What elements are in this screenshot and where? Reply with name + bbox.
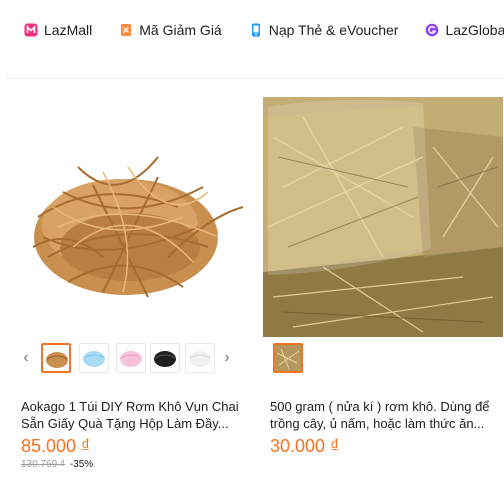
swatch-blue[interactable] <box>79 343 109 373</box>
voucher-icon <box>119 23 133 37</box>
nav-item-topup[interactable]: Nạp Thẻ & eVoucher <box>249 22 399 38</box>
swatch-hay[interactable] <box>273 343 303 373</box>
swatch-white[interactable] <box>185 343 215 373</box>
original-price-row: 130.769 ₫ -35% <box>21 459 93 470</box>
original-price: 130.769 ₫ <box>21 459 66 470</box>
nav-divider <box>6 78 504 79</box>
nav-item-lazmall[interactable]: LazMall <box>24 22 92 38</box>
nav-item-voucher[interactable]: Mã Giảm Giá <box>119 22 222 38</box>
lazmall-icon <box>24 23 38 37</box>
chevron-left-icon[interactable]: ‹ <box>20 349 32 367</box>
nav-label-topup: Nạp Thẻ & eVoucher <box>268 22 399 38</box>
phone-topup-icon <box>249 23 263 37</box>
discount-badge: -35% <box>69 459 94 470</box>
nav-item-lazglobal[interactable]: LazGlobal <box>425 22 504 38</box>
top-navigation: LazMall Mã Giảm Giá Nạp Thẻ & eVoucher L… <box>0 0 504 60</box>
swatch-black[interactable] <box>150 343 180 373</box>
globe-icon <box>425 23 439 37</box>
product-image[interactable] <box>8 97 248 337</box>
nav-label-lazglobal: LazGlobal <box>445 22 504 38</box>
product-card[interactable]: 500 gram ( nửa kí ) rơm khô. Dùng để trồ… <box>263 97 504 478</box>
product-title[interactable]: 500 gram ( nửa kí ) rơm khô. Dùng để trồ… <box>270 398 500 432</box>
product-price: 30.000 ₫ <box>270 436 340 456</box>
nav-label-lazmall: LazMall <box>44 22 93 38</box>
variant-swatches: ‹ › <box>8 343 248 373</box>
product-price: 85.000 ₫ <box>21 436 91 456</box>
swatch-brown[interactable] <box>41 343 71 373</box>
variant-swatches <box>263 343 503 373</box>
chevron-right-icon[interactable]: › <box>221 349 233 367</box>
product-image[interactable] <box>263 97 503 337</box>
product-card[interactable]: ‹ › Aokago 1 Túi DIY Rơm Khô Vụn Chai Sẵ… <box>8 97 252 478</box>
product-title[interactable]: Aokago 1 Túi DIY Rơm Khô Vụn Chai Sẵn Gi… <box>21 398 249 432</box>
swatch-pink[interactable] <box>116 343 146 373</box>
nav-label-voucher: Mã Giảm Giá <box>139 22 222 38</box>
